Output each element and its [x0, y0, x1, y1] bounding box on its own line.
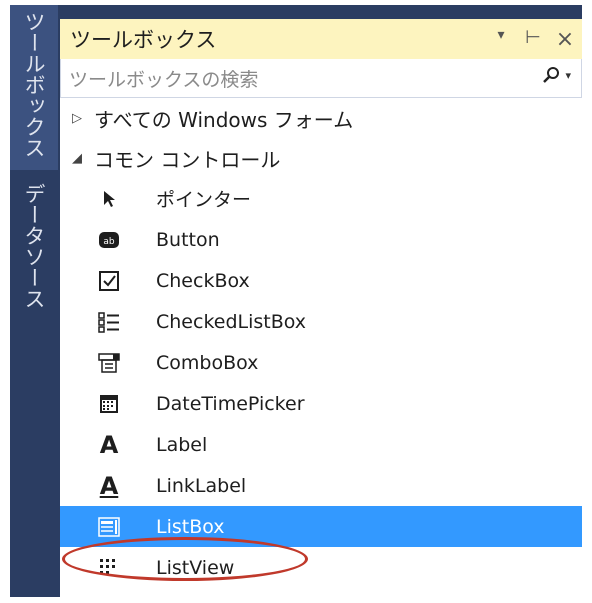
item-label: ListBox — [156, 515, 225, 538]
toolbox-item-linklabel[interactable]: A LinkLabel — [60, 465, 582, 506]
item-label: CheckedListBox — [156, 310, 307, 333]
svg-text:ab: ab — [103, 237, 115, 247]
panel-title: ツールボックス — [70, 28, 217, 52]
item-label: Button — [156, 228, 220, 251]
combobox-icon — [96, 350, 122, 376]
expand-arrow-icon[interactable]: ▷ — [72, 111, 88, 126]
toolbox-item-combobox[interactable]: ComboBox — [60, 342, 582, 383]
item-label: ポインター — [156, 189, 252, 211]
search-placeholder: ツールボックスの検索 — [69, 68, 259, 91]
pin-icon[interactable]: ⊢ — [522, 27, 544, 52]
pointer-icon — [96, 186, 122, 212]
toolbox-item-datetimepicker[interactable]: DateTimePicker — [60, 383, 582, 424]
toolbox-item-label[interactable]: A Label — [60, 424, 582, 465]
toolbox-item-listview[interactable]: ListView — [60, 547, 582, 588]
toolbox-tree: ▷ すべての Windows フォーム ◢ コモン コントロール ポインター a… — [60, 98, 582, 588]
search-input[interactable]: ツールボックスの検索 ▾ — [60, 59, 582, 98]
search-icon[interactable]: ▾ — [542, 65, 571, 85]
listview-icon — [96, 555, 122, 581]
item-label: ListView — [156, 556, 235, 579]
toolbox-panel: ツールボックス ▾ ⊢ × ツールボックスの検索 ▾ ▷ すべての Window… — [60, 19, 582, 597]
toolbox-item-checkedlistbox[interactable]: CheckedListBox — [60, 301, 582, 342]
collapse-arrow-icon[interactable]: ◢ — [72, 151, 88, 166]
side-tab-datasource-label: データソース — [22, 183, 46, 309]
item-label: Label — [156, 433, 208, 456]
listbox-icon — [96, 514, 122, 540]
toolbox-item-listbox[interactable]: ListBox — [60, 506, 582, 547]
side-tab-toolbox-label: ツールボックス — [22, 11, 46, 158]
checkbox-icon — [96, 268, 122, 294]
item-label: ComboBox — [156, 351, 259, 374]
group-all-windows-forms[interactable]: ▷ すべての Windows フォーム — [60, 98, 582, 138]
toolbox-window-frame: ツールボックス データソース ツールボックス ▾ ⊢ × ツールボックスの検索 … — [10, 5, 582, 597]
label-icon: A — [99, 430, 119, 459]
close-icon[interactable]: × — [554, 27, 576, 52]
datetimepicker-icon — [96, 391, 122, 417]
button-icon: ab — [96, 227, 122, 253]
side-tab-strip: ツールボックス データソース — [10, 5, 58, 597]
item-label: CheckBox — [156, 269, 250, 292]
side-tab-toolbox[interactable]: ツールボックス — [10, 5, 58, 170]
toolbox-item-checkbox[interactable]: CheckBox — [60, 260, 582, 301]
item-label: DateTimePicker — [156, 392, 305, 415]
checkedlistbox-icon — [96, 309, 122, 335]
group-common-controls[interactable]: ◢ コモン コントロール — [60, 138, 582, 178]
panel-titlebar: ツールボックス ▾ ⊢ × — [60, 19, 582, 59]
dropdown-icon[interactable]: ▾ — [490, 27, 512, 52]
toolbox-item-button[interactable]: ab Button — [60, 219, 582, 260]
side-tab-datasource[interactable]: データソース — [10, 177, 58, 327]
search-dropdown-icon[interactable]: ▾ — [565, 69, 571, 82]
linklabel-icon: A — [99, 471, 119, 500]
group-label: コモン コントロール — [94, 147, 281, 172]
group-label: すべての Windows フォーム — [94, 107, 354, 132]
toolbox-item-pointer[interactable]: ポインター — [60, 178, 582, 219]
item-label: LinkLabel — [156, 474, 247, 497]
